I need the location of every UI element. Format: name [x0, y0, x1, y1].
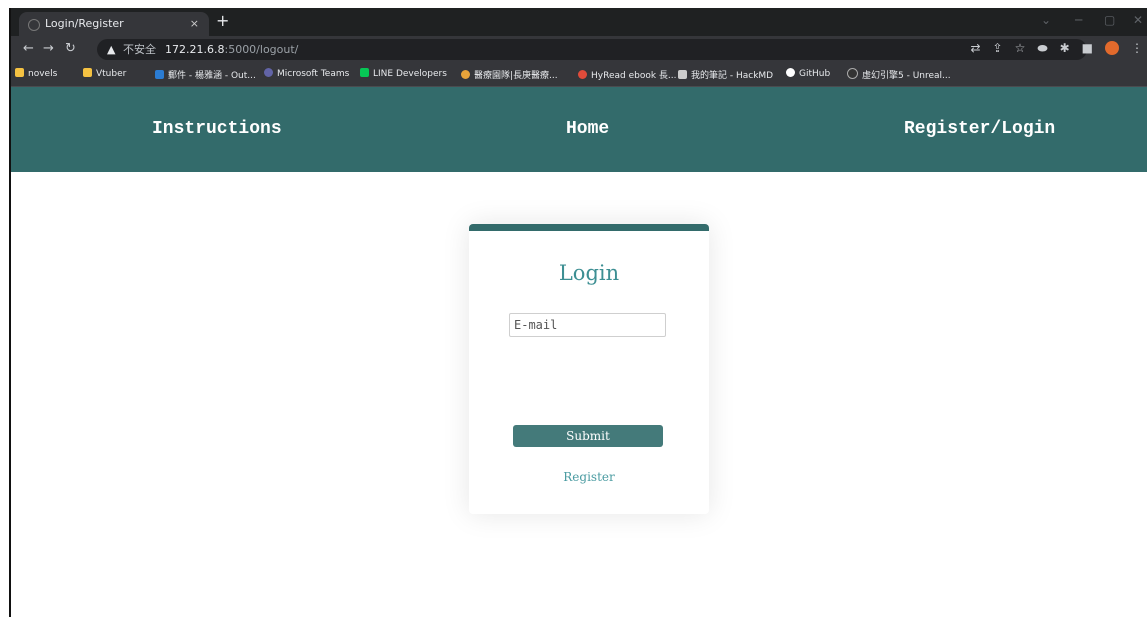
puzzle-icon[interactable]: ✱ [1060, 41, 1070, 56]
close-tab-icon[interactable]: × [190, 12, 199, 36]
bookmark-item[interactable]: 我的筆記 - HackMD [678, 68, 773, 81]
register-link[interactable]: Register [469, 470, 709, 484]
submit-button[interactable]: Submit [513, 425, 663, 447]
unreal-icon [847, 68, 858, 79]
hyread-icon [578, 70, 587, 79]
maximize-icon[interactable]: ▢ [1104, 13, 1115, 27]
bookmark-item[interactable]: LINE Developers [360, 68, 447, 79]
teams-icon [264, 68, 273, 77]
document-icon [678, 70, 687, 79]
browser-toolbar: ← → ↻ ▲ 不安全 172.21.6.8:5000/logout/ ⇄ ⇪ … [11, 36, 1147, 64]
address-bar[interactable]: ▲ 不安全 172.21.6.8:5000/logout/ [97, 39, 1087, 60]
browser-window: Login/Register × + ⌄ ─ ▢ ✕ ← → ↻ ▲ 不安全 1… [9, 8, 1147, 617]
github-icon [786, 68, 795, 77]
nav-instructions[interactable]: Instructions [152, 87, 282, 172]
warning-icon: ▲ [107, 43, 116, 56]
tab-title: Login/Register [45, 17, 124, 30]
hospital-icon [461, 70, 470, 79]
bookmark-item[interactable]: Microsoft Teams [264, 68, 349, 79]
menu-icon[interactable]: ⋮ [1131, 41, 1143, 56]
login-title: Login [558, 261, 620, 285]
profile-avatar[interactable] [1105, 41, 1119, 55]
nav-register-login[interactable]: Register/Login [904, 87, 1055, 172]
bookmarks-bar: novels Vtuber 郵件 - 楊雅涵 - Out... Microsof… [11, 64, 1147, 87]
new-tab-button[interactable]: + [216, 11, 229, 30]
close-window-icon[interactable]: ✕ [1133, 13, 1143, 27]
bookmark-item[interactable]: novels [15, 68, 57, 79]
star-icon[interactable]: ☆ [1015, 41, 1026, 56]
forward-icon[interactable]: → [43, 41, 54, 56]
browser-tab[interactable]: Login/Register × [19, 12, 209, 36]
bookmark-item[interactable]: GitHub [786, 68, 830, 79]
translate-icon[interactable]: ⇄ [970, 41, 980, 56]
security-label: 不安全 [123, 43, 156, 56]
bookmark-item[interactable]: HyRead ebook 長... [578, 68, 677, 81]
minimize-icon[interactable]: ─ [1075, 13, 1082, 27]
email-field[interactable] [509, 313, 666, 337]
nav-home[interactable]: Home [566, 87, 609, 172]
bookmark-item[interactable]: 虛幻引擎5 - Unreal... [847, 68, 951, 81]
bookmark-item[interactable]: 醫療園隊|長庚醫療... [461, 68, 558, 81]
outlook-icon [155, 70, 164, 79]
url-text: 172.21.6.8:5000/logout/ [165, 43, 299, 56]
tab-bar: Login/Register × + ⌄ ─ ▢ ✕ [11, 8, 1147, 36]
sidepanel-icon[interactable]: ■ [1082, 41, 1093, 56]
extension-icon[interactable]: ⬬ [1037, 41, 1047, 56]
bookmark-item[interactable]: 郵件 - 楊雅涵 - Out... [155, 68, 256, 81]
back-icon[interactable]: ← [23, 41, 34, 56]
site-header: Instructions Home Register/Login [11, 87, 1147, 172]
login-card: Login Submit Register [469, 224, 709, 514]
bookmark-item[interactable]: Vtuber [83, 68, 126, 79]
reload-icon[interactable]: ↻ [65, 41, 76, 56]
globe-icon [28, 19, 40, 31]
folder-icon [15, 68, 24, 77]
line-icon [360, 68, 369, 77]
tab-search-icon[interactable]: ⌄ [1041, 13, 1051, 27]
folder-icon [83, 68, 92, 77]
share-icon[interactable]: ⇪ [993, 41, 1003, 56]
